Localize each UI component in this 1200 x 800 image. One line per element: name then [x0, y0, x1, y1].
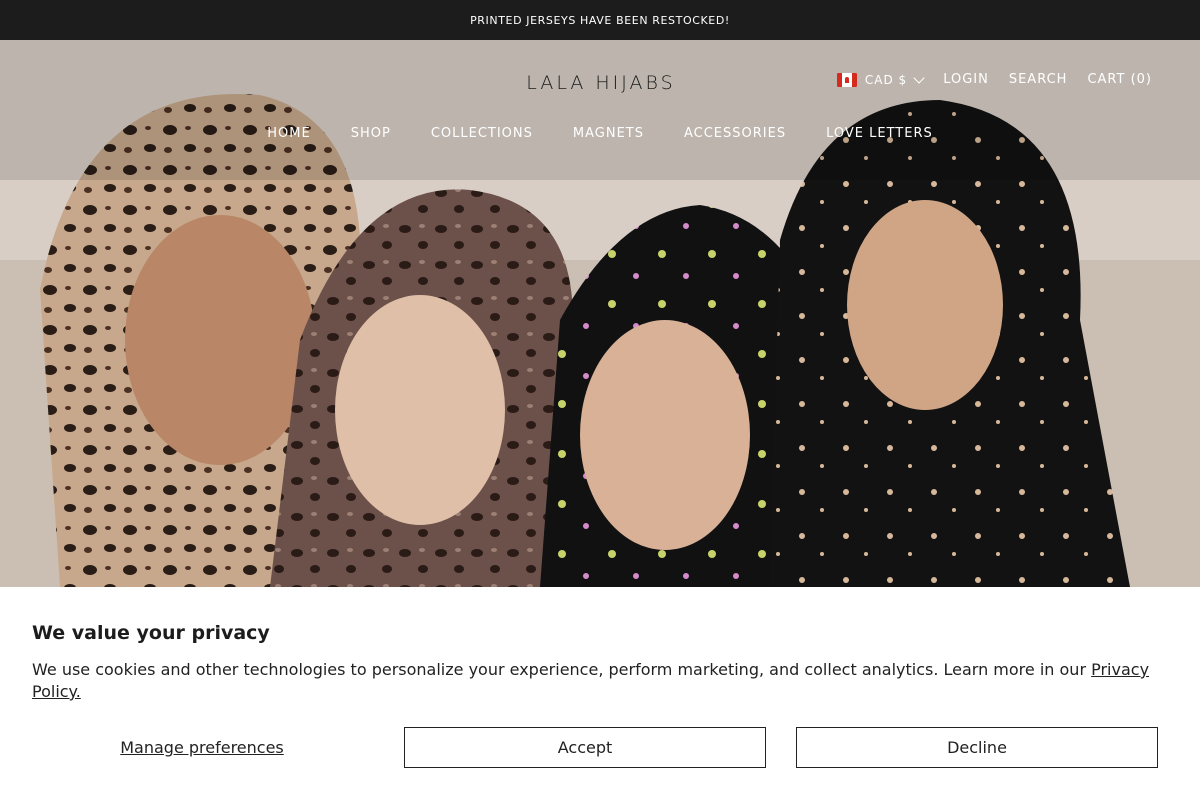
- manage-preferences-link[interactable]: Manage preferences: [32, 727, 372, 768]
- login-link[interactable]: LOGIN: [943, 72, 989, 87]
- nav-item-home[interactable]: HOME: [267, 126, 310, 141]
- site-logo[interactable]: LALA HIJABS: [525, 72, 677, 94]
- announcement-text: PRINTED JERSEYS HAVE BEEN RESTOCKED!: [470, 13, 730, 27]
- cookie-banner: We value your privacy We use cookies and…: [0, 587, 1200, 800]
- nav-item-collections[interactable]: COLLECTIONS: [431, 126, 533, 141]
- canada-flag-icon: [836, 72, 857, 87]
- announcement-bar: PRINTED JERSEYS HAVE BEEN RESTOCKED!: [0, 0, 1200, 40]
- decline-button[interactable]: Decline: [796, 727, 1158, 768]
- hero-illustration: [0, 40, 1200, 587]
- header-utilities: CAD $ LOGIN SEARCH CART (0): [836, 71, 1152, 87]
- cookie-body-text: We use cookies and other technologies to…: [32, 660, 1092, 679]
- search-link[interactable]: SEARCH: [1009, 72, 1068, 87]
- nav-item-shop[interactable]: SHOP: [351, 126, 391, 141]
- nav-item-accessories[interactable]: ACCESSORIES: [684, 126, 786, 141]
- nav-item-love-letters[interactable]: LOVE LETTERS: [826, 126, 933, 141]
- cookie-title: We value your privacy: [32, 622, 270, 644]
- chevron-down-icon: [913, 71, 925, 84]
- currency-selector[interactable]: CAD $: [836, 71, 925, 87]
- currency-label: CAD $: [864, 72, 908, 87]
- accept-button[interactable]: Accept: [404, 727, 766, 768]
- main-nav: HOME SHOP COLLECTIONS MAGNETS ACCESSORIE…: [0, 126, 1200, 141]
- cookie-body: We use cookies and other technologies to…: [32, 659, 1152, 703]
- hero-image: [0, 40, 1200, 587]
- nav-item-magnets[interactable]: MAGNETS: [573, 126, 644, 141]
- cart-link[interactable]: CART (0): [1087, 72, 1152, 87]
